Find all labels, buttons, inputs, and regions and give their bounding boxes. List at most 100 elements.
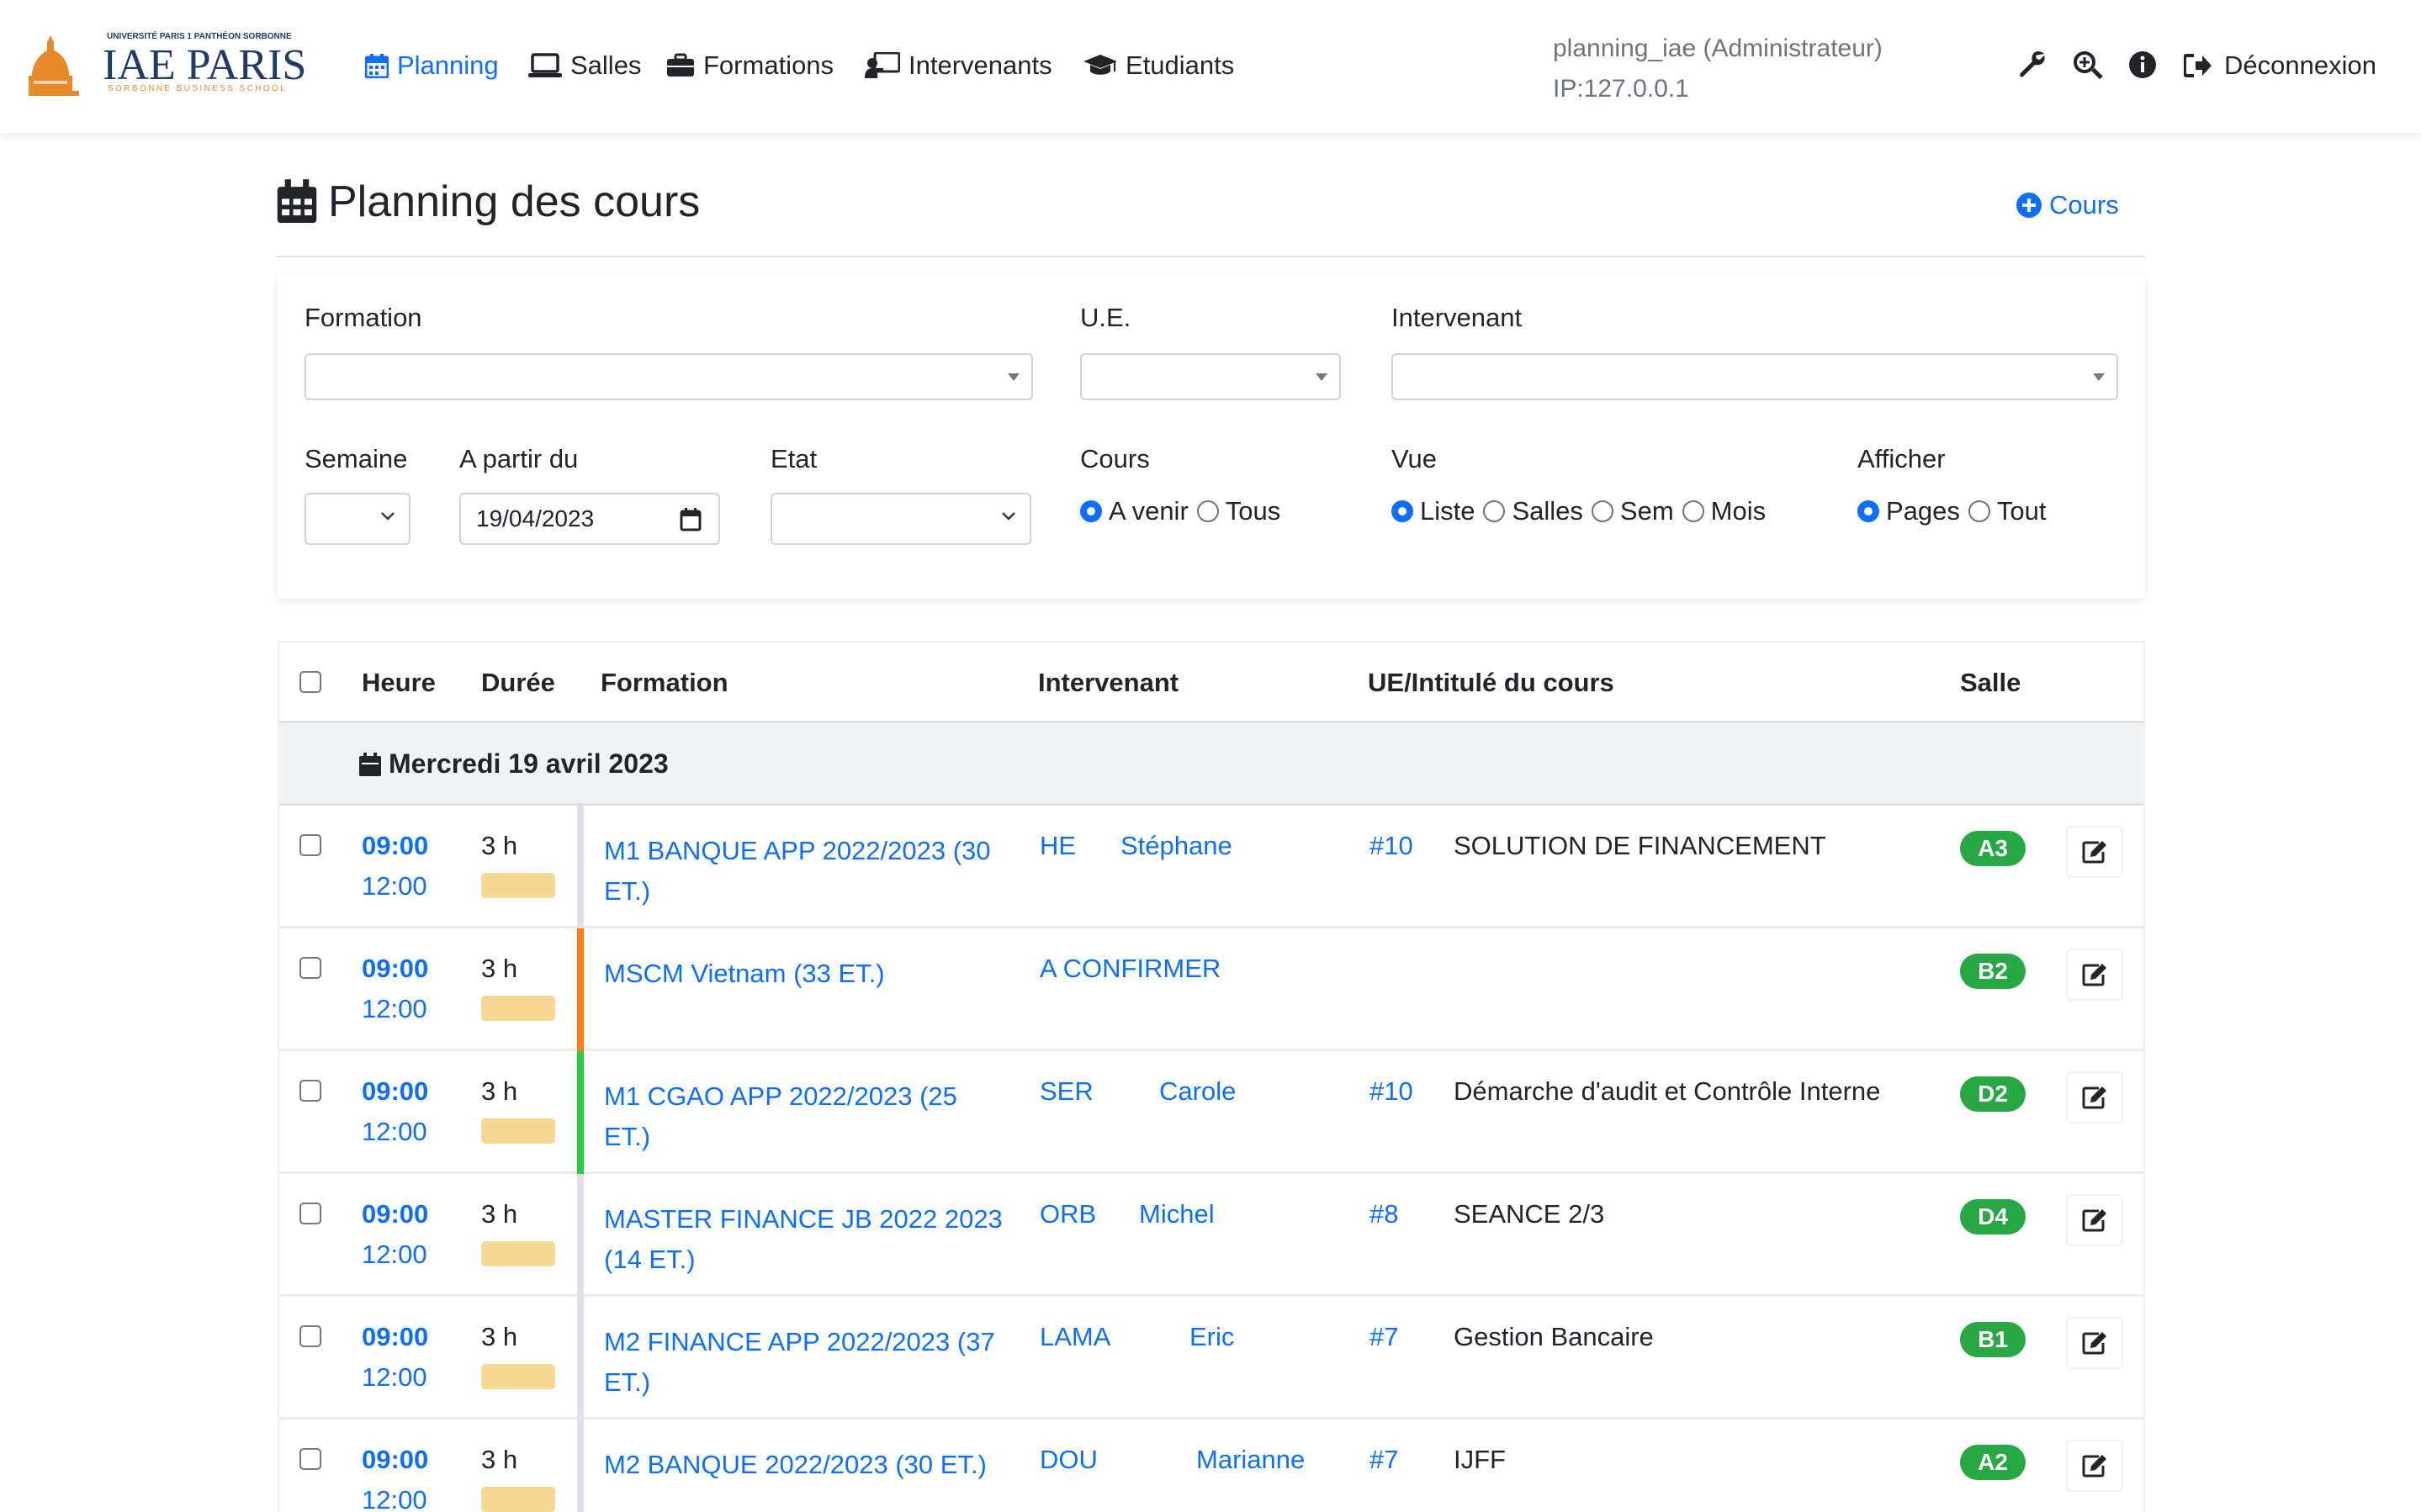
row-start-time[interactable]: 09:00 [362, 831, 428, 861]
row-edit-button[interactable] [2066, 1317, 2123, 1369]
afficher-tout-label[interactable]: Tout [1997, 496, 2047, 526]
row-intervenant-name[interactable]: Marianne [1196, 1445, 1305, 1475]
semaine-select[interactable] [305, 493, 411, 545]
select-all-checkbox[interactable] [299, 671, 321, 693]
cours-a-venir-radio[interactable] [1080, 500, 1102, 522]
row-formation-link[interactable]: MSCM Vietnam (33 ET.) [604, 954, 1008, 994]
zoom-icon[interactable] [2073, 50, 2103, 81]
nav-planning[interactable]: Planning [365, 49, 499, 82]
afficher-pages-radio[interactable] [1857, 500, 1879, 522]
header-ue[interactable]: UE/Intitulé du cours [1368, 668, 1614, 698]
row-start-time[interactable]: 09:00 [362, 1199, 428, 1229]
table-row[interactable]: 09:00 12:00 3 h MSCM Vietnam (33 ET.) A CONF… [279, 928, 2143, 1051]
row-salle-badge[interactable]: B2 [1960, 954, 2026, 989]
row-intervenant-code[interactable]: A CONFIRMER [1040, 954, 1221, 984]
formation-select[interactable] [305, 353, 1033, 400]
row-intervenant-code[interactable]: DOU [1040, 1445, 1098, 1475]
vue-salles-radio[interactable] [1483, 500, 1506, 522]
vue-sem-radio[interactable] [1591, 500, 1613, 522]
row-checkbox[interactable] [299, 1325, 321, 1347]
row-formation-link[interactable]: MASTER FINANCE JB 2022 2023 (14 ET.) [604, 1199, 1008, 1280]
cours-tous-label[interactable]: Tous [1226, 496, 1280, 526]
row-checkbox[interactable] [299, 1448, 321, 1470]
row-end-time[interactable]: 12:00 [362, 1117, 427, 1147]
row-edit-button[interactable] [2066, 949, 2123, 1001]
sign-out-icon [2184, 54, 2212, 77]
row-formation-link[interactable]: M1 CGAO APP 2022/2023 (25 ET.) [604, 1076, 1008, 1157]
row-intervenant-code[interactable]: ORB [1040, 1199, 1096, 1229]
logout-button[interactable]: Déconnexion [2184, 49, 2376, 82]
row-end-time[interactable]: 12:00 [362, 871, 427, 901]
row-ue-link[interactable]: #10 [1369, 1076, 1413, 1107]
row-salle-badge[interactable]: B1 [1960, 1322, 2026, 1357]
row-intervenant-code[interactable]: SER [1040, 1076, 1094, 1107]
row-end-time[interactable]: 12:00 [362, 1485, 427, 1512]
cours-a-venir-label[interactable]: A venir [1109, 496, 1189, 526]
table-row[interactable]: 09:00 12:00 3 h M1 CGAO APP 2022/2023 (25 E… [279, 1051, 2143, 1174]
header-duree[interactable]: Durée [481, 668, 555, 698]
calendar-picker-icon[interactable] [680, 508, 702, 531]
row-edit-button[interactable] [2066, 1194, 2123, 1246]
header-heure[interactable]: Heure [362, 668, 436, 698]
row-salle-badge[interactable]: A2 [1960, 1445, 2026, 1480]
row-ue-link[interactable]: #7 [1369, 1445, 1398, 1475]
ue-select[interactable] [1080, 353, 1341, 400]
row-intervenant-code[interactable]: LAMA [1040, 1322, 1110, 1352]
row-salle-badge[interactable]: D2 [1960, 1076, 2026, 1112]
row-checkbox[interactable] [299, 957, 321, 979]
row-formation-link[interactable]: M1 BANQUE APP 2022/2023 (30 ET.) [604, 831, 1008, 912]
vue-salles-label[interactable]: Salles [1512, 496, 1582, 526]
row-end-time[interactable]: 12:00 [362, 1240, 427, 1270]
intervenant-select[interactable] [1391, 353, 2118, 400]
table-row[interactable]: 09:00 12:00 3 h MASTER FINANCE JB 2022 2023… [279, 1174, 2143, 1297]
row-salle-badge[interactable]: A3 [1960, 831, 2026, 866]
row-intervenant-name[interactable]: Michel [1139, 1199, 1215, 1229]
nav-etudiants[interactable]: Etudiants [1083, 49, 1234, 82]
row-ue-link[interactable]: #8 [1369, 1199, 1398, 1229]
row-start-time[interactable]: 09:00 [362, 1076, 428, 1107]
vue-sem-label[interactable]: Sem [1620, 496, 1674, 526]
row-start-time[interactable]: 09:00 [362, 954, 428, 984]
wrench-icon[interactable] [2019, 50, 2048, 79]
table-row[interactable]: 09:00 12:00 3 h M2 BANQUE 2022/2023 (30 ET.… [279, 1419, 2143, 1512]
row-intervenant-name[interactable]: Stéphane [1120, 831, 1232, 861]
row-start-time[interactable]: 09:00 [362, 1322, 428, 1352]
header-salle[interactable]: Salle [1960, 668, 2021, 698]
row-salle-badge[interactable]: D4 [1960, 1199, 2026, 1234]
row-intervenant-code[interactable]: HE [1040, 831, 1076, 861]
header-formation[interactable]: Formation [601, 668, 728, 698]
row-end-time[interactable]: 12:00 [362, 1362, 427, 1393]
row-intervenant-name[interactable]: Eric [1189, 1322, 1234, 1352]
afficher-pages-label[interactable]: Pages [1886, 496, 1960, 526]
vue-mois-label[interactable]: Mois [1711, 496, 1766, 526]
vue-liste-label[interactable]: Liste [1420, 496, 1475, 526]
row-edit-button[interactable] [2066, 1440, 2123, 1492]
cours-tous-radio[interactable] [1196, 500, 1219, 522]
row-checkbox[interactable] [299, 1203, 321, 1224]
a-partir-du-date-input[interactable]: 19/04/2023 [459, 493, 720, 545]
header-intervenant[interactable]: Intervenant [1038, 668, 1179, 698]
nav-formations[interactable]: Formations [666, 49, 834, 82]
table-row[interactable]: 09:00 12:00 3 h M2 FINANCE APP 2022/2023 (3… [279, 1297, 2143, 1419]
nav-intervenants[interactable]: Intervenants [865, 49, 1052, 82]
row-start-time[interactable]: 09:00 [362, 1445, 428, 1475]
iae-paris-logo[interactable]: UNIVERSITÉ PARIS 1 PANTHÉON SORBONNE IAE… [25, 30, 331, 98]
nav-salles[interactable]: Salles [528, 49, 641, 82]
row-edit-button[interactable] [2066, 1071, 2123, 1123]
add-cours-button[interactable]: Cours [2016, 188, 2119, 222]
row-intervenant-name[interactable]: Carole [1159, 1076, 1236, 1107]
vue-liste-radio[interactable] [1391, 500, 1413, 522]
info-icon[interactable] [2128, 50, 2157, 79]
row-edit-button[interactable] [2066, 826, 2123, 878]
row-checkbox[interactable] [299, 834, 321, 856]
table-row[interactable]: 09:00 12:00 3 h M1 BANQUE APP 2022/2023 (30… [279, 806, 2143, 928]
etat-select[interactable] [771, 493, 1031, 545]
row-ue-link[interactable]: #10 [1369, 831, 1413, 861]
row-formation-link[interactable]: M2 BANQUE 2022/2023 (30 ET.) [604, 1445, 1008, 1485]
afficher-tout-radio[interactable] [1968, 500, 1990, 522]
vue-mois-radio[interactable] [1682, 500, 1704, 522]
row-formation-link[interactable]: M2 FINANCE APP 2022/2023 (37 ET.) [604, 1322, 1008, 1403]
row-checkbox[interactable] [299, 1080, 321, 1102]
row-end-time[interactable]: 12:00 [362, 994, 427, 1024]
row-ue-link[interactable]: #7 [1369, 1322, 1398, 1352]
